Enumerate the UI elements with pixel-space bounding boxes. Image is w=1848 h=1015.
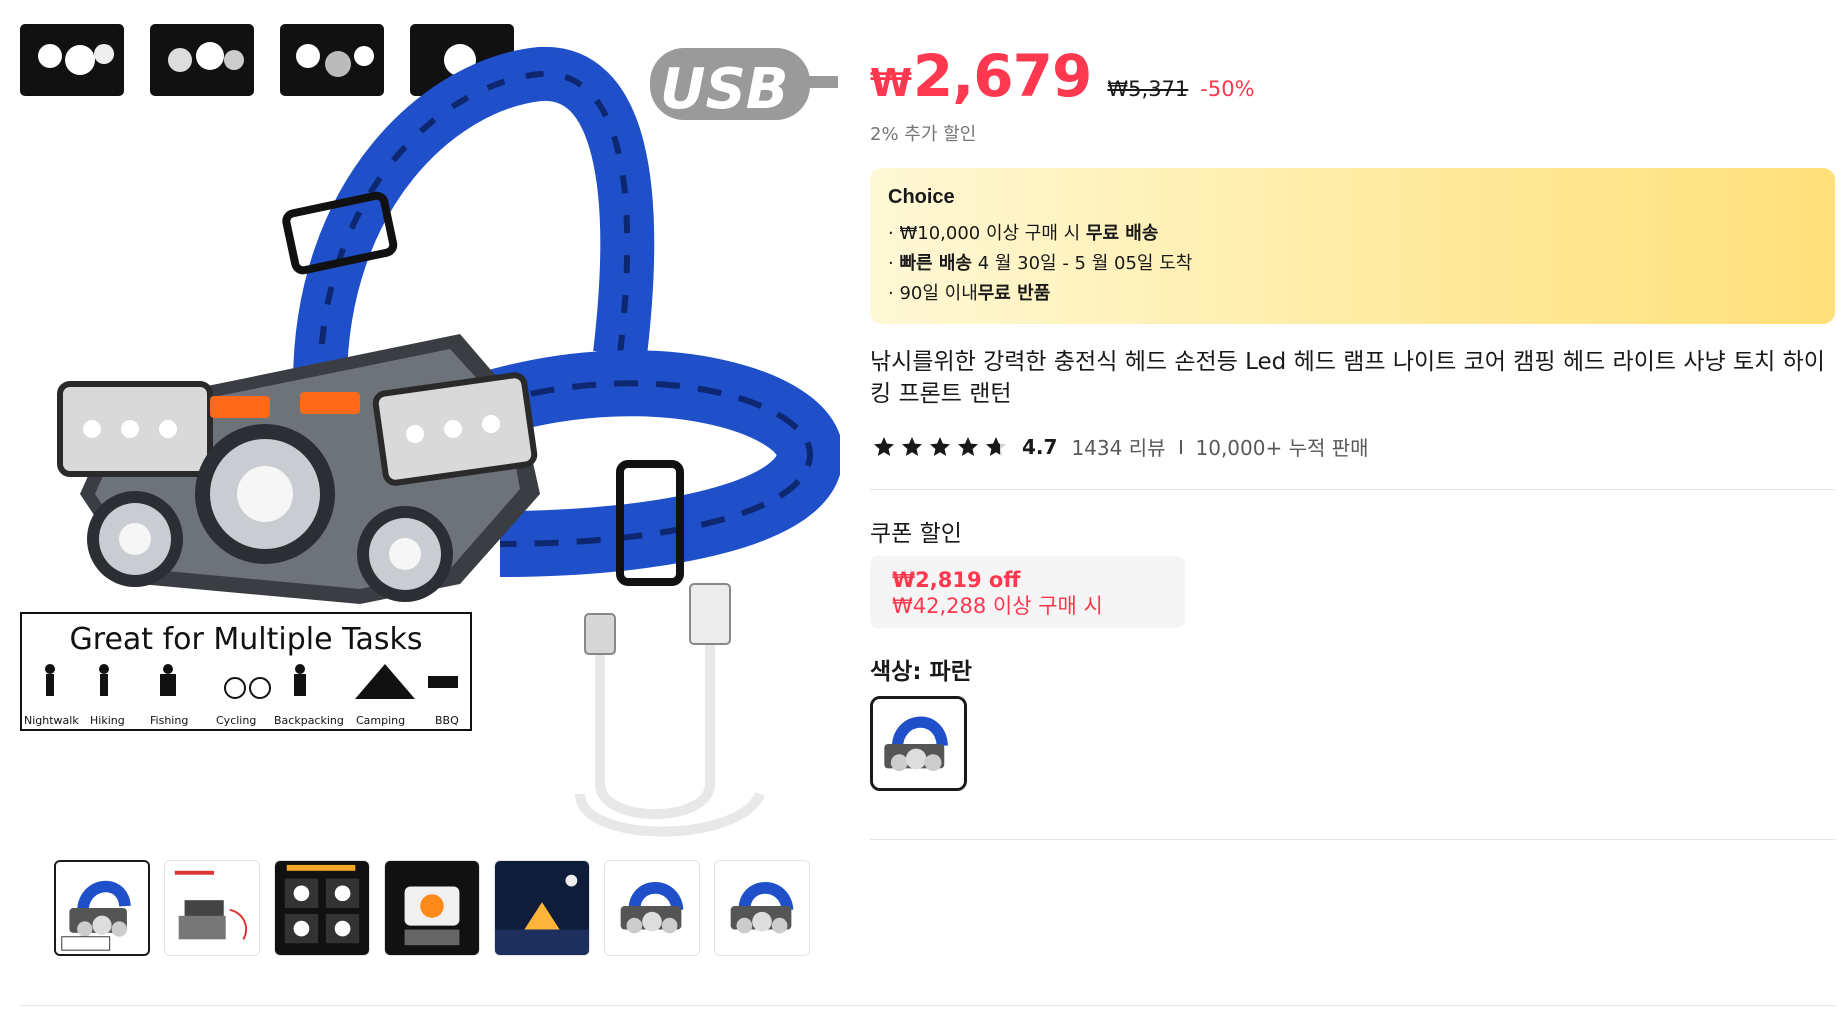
- color-label-prefix: 색상:: [870, 659, 930, 685]
- main-product-image[interactable]: USB Great for Multiple Tasks Nightwalk H…: [20, 24, 840, 839]
- fast-delivery-line: · 빠른 배송 4 월 30일 - 5 월 05일 도착: [888, 249, 1817, 279]
- coupon-heading: 쿠폰 할인: [870, 521, 962, 547]
- color-option-blue[interactable]: [870, 696, 967, 791]
- choice-benefits-box[interactable]: Choice · ₩10,000 이상 구매 시 무료 배송 · 빠른 배송 4…: [870, 168, 1835, 324]
- thumbnail-strip: [54, 860, 810, 956]
- sold-count: 10,000+ 누적 판매: [1195, 436, 1369, 460]
- rating-row[interactable]: 4.7 1434 리뷰 10,000+ 누적 판매: [872, 432, 1369, 461]
- rating-score: 4.7: [1022, 434, 1058, 459]
- star-icon: [930, 436, 950, 456]
- svg-text:Cycling: Cycling: [216, 714, 256, 727]
- selected-color-name: 파란: [929, 659, 972, 685]
- free-shipping-line: · ₩10,000 이상 구매 시 무료 배송: [888, 219, 1817, 249]
- star-rating: [872, 435, 1008, 459]
- product-title: 낚시를위한 강력한 충전식 헤드 손전등 Led 헤드 램프 나이트 코어 캠핑…: [870, 349, 1825, 407]
- color-label: 색상: 파란: [870, 652, 972, 686]
- star-icon: [958, 436, 978, 456]
- free-return-label: 무료 반품: [977, 283, 1051, 304]
- current-price-value: 2,679: [912, 42, 1092, 110]
- separator: [1179, 439, 1182, 454]
- free-shipping-condition: · ₩10,000 이상 구매 시: [888, 223, 1086, 244]
- tasks-banner: Great for Multiple Tasks Nightwalk Hikin…: [20, 612, 472, 731]
- thumbnail-2[interactable]: [164, 860, 260, 956]
- star-icon: [874, 436, 894, 456]
- headlamp-illustration: USB Great for Multiple Tasks Nightwalk H…: [20, 24, 840, 837]
- svg-text:USB: USB: [660, 57, 789, 122]
- current-price: ₩2,679: [870, 42, 1092, 110]
- svg-text:Camping: Camping: [356, 714, 405, 727]
- discount-percent: -50%: [1200, 77, 1255, 101]
- thumbnail-3[interactable]: [274, 860, 370, 956]
- coupon-amount: ₩2,819 off: [892, 568, 1021, 592]
- svg-text:Nightwalk: Nightwalk: [24, 714, 79, 727]
- currency-symbol: ₩: [870, 61, 912, 105]
- svg-text:BBQ: BBQ: [435, 714, 459, 727]
- divider: [870, 839, 1835, 840]
- thumbnail-6[interactable]: [604, 860, 700, 956]
- fast-delivery-label: 빠른 배송: [899, 253, 972, 274]
- product-gallery: USB Great for Multiple Tasks Nightwalk H…: [0, 0, 850, 1015]
- thumbnail-5[interactable]: [494, 860, 590, 956]
- original-price: ₩5,371: [1107, 77, 1189, 101]
- usb-badge: USB: [650, 48, 838, 122]
- free-shipping-label: 무료 배송: [1085, 223, 1159, 244]
- svg-text:Great for Multiple Tasks: Great for Multiple Tasks: [70, 622, 423, 657]
- svg-text:Fishing: Fishing: [150, 714, 188, 727]
- section-divider: [20, 1005, 1835, 1006]
- delivery-date-range: 4 월 30일 - 5 월 05일 도착: [971, 253, 1193, 274]
- thumbnail-4[interactable]: [384, 860, 480, 956]
- choice-title: Choice: [888, 186, 955, 208]
- extra-discount-text: 2% 추가 할인: [870, 124, 977, 145]
- divider: [870, 489, 1835, 490]
- svg-text:Hiking: Hiking: [90, 714, 125, 727]
- coupon-condition: ₩42,288 이상 구매 시: [892, 594, 1103, 618]
- return-period: · 90일 이내: [888, 283, 978, 304]
- thumbnail-1[interactable]: [54, 860, 150, 956]
- review-count[interactable]: 1434 리뷰: [1071, 432, 1165, 461]
- coupon-card[interactable]: ₩2,819 off ₩42,288 이상 구매 시: [870, 556, 1185, 628]
- svg-text:Backpacking: Backpacking: [274, 714, 344, 727]
- star-icon: [986, 436, 1006, 456]
- thumbnail-7[interactable]: [714, 860, 810, 956]
- bullet: ·: [888, 253, 900, 274]
- free-return-line: · 90일 이내무료 반품: [888, 279, 1817, 309]
- price-row: ₩2,679 ₩5,371 -50%: [870, 42, 1255, 110]
- star-icon: [902, 436, 922, 456]
